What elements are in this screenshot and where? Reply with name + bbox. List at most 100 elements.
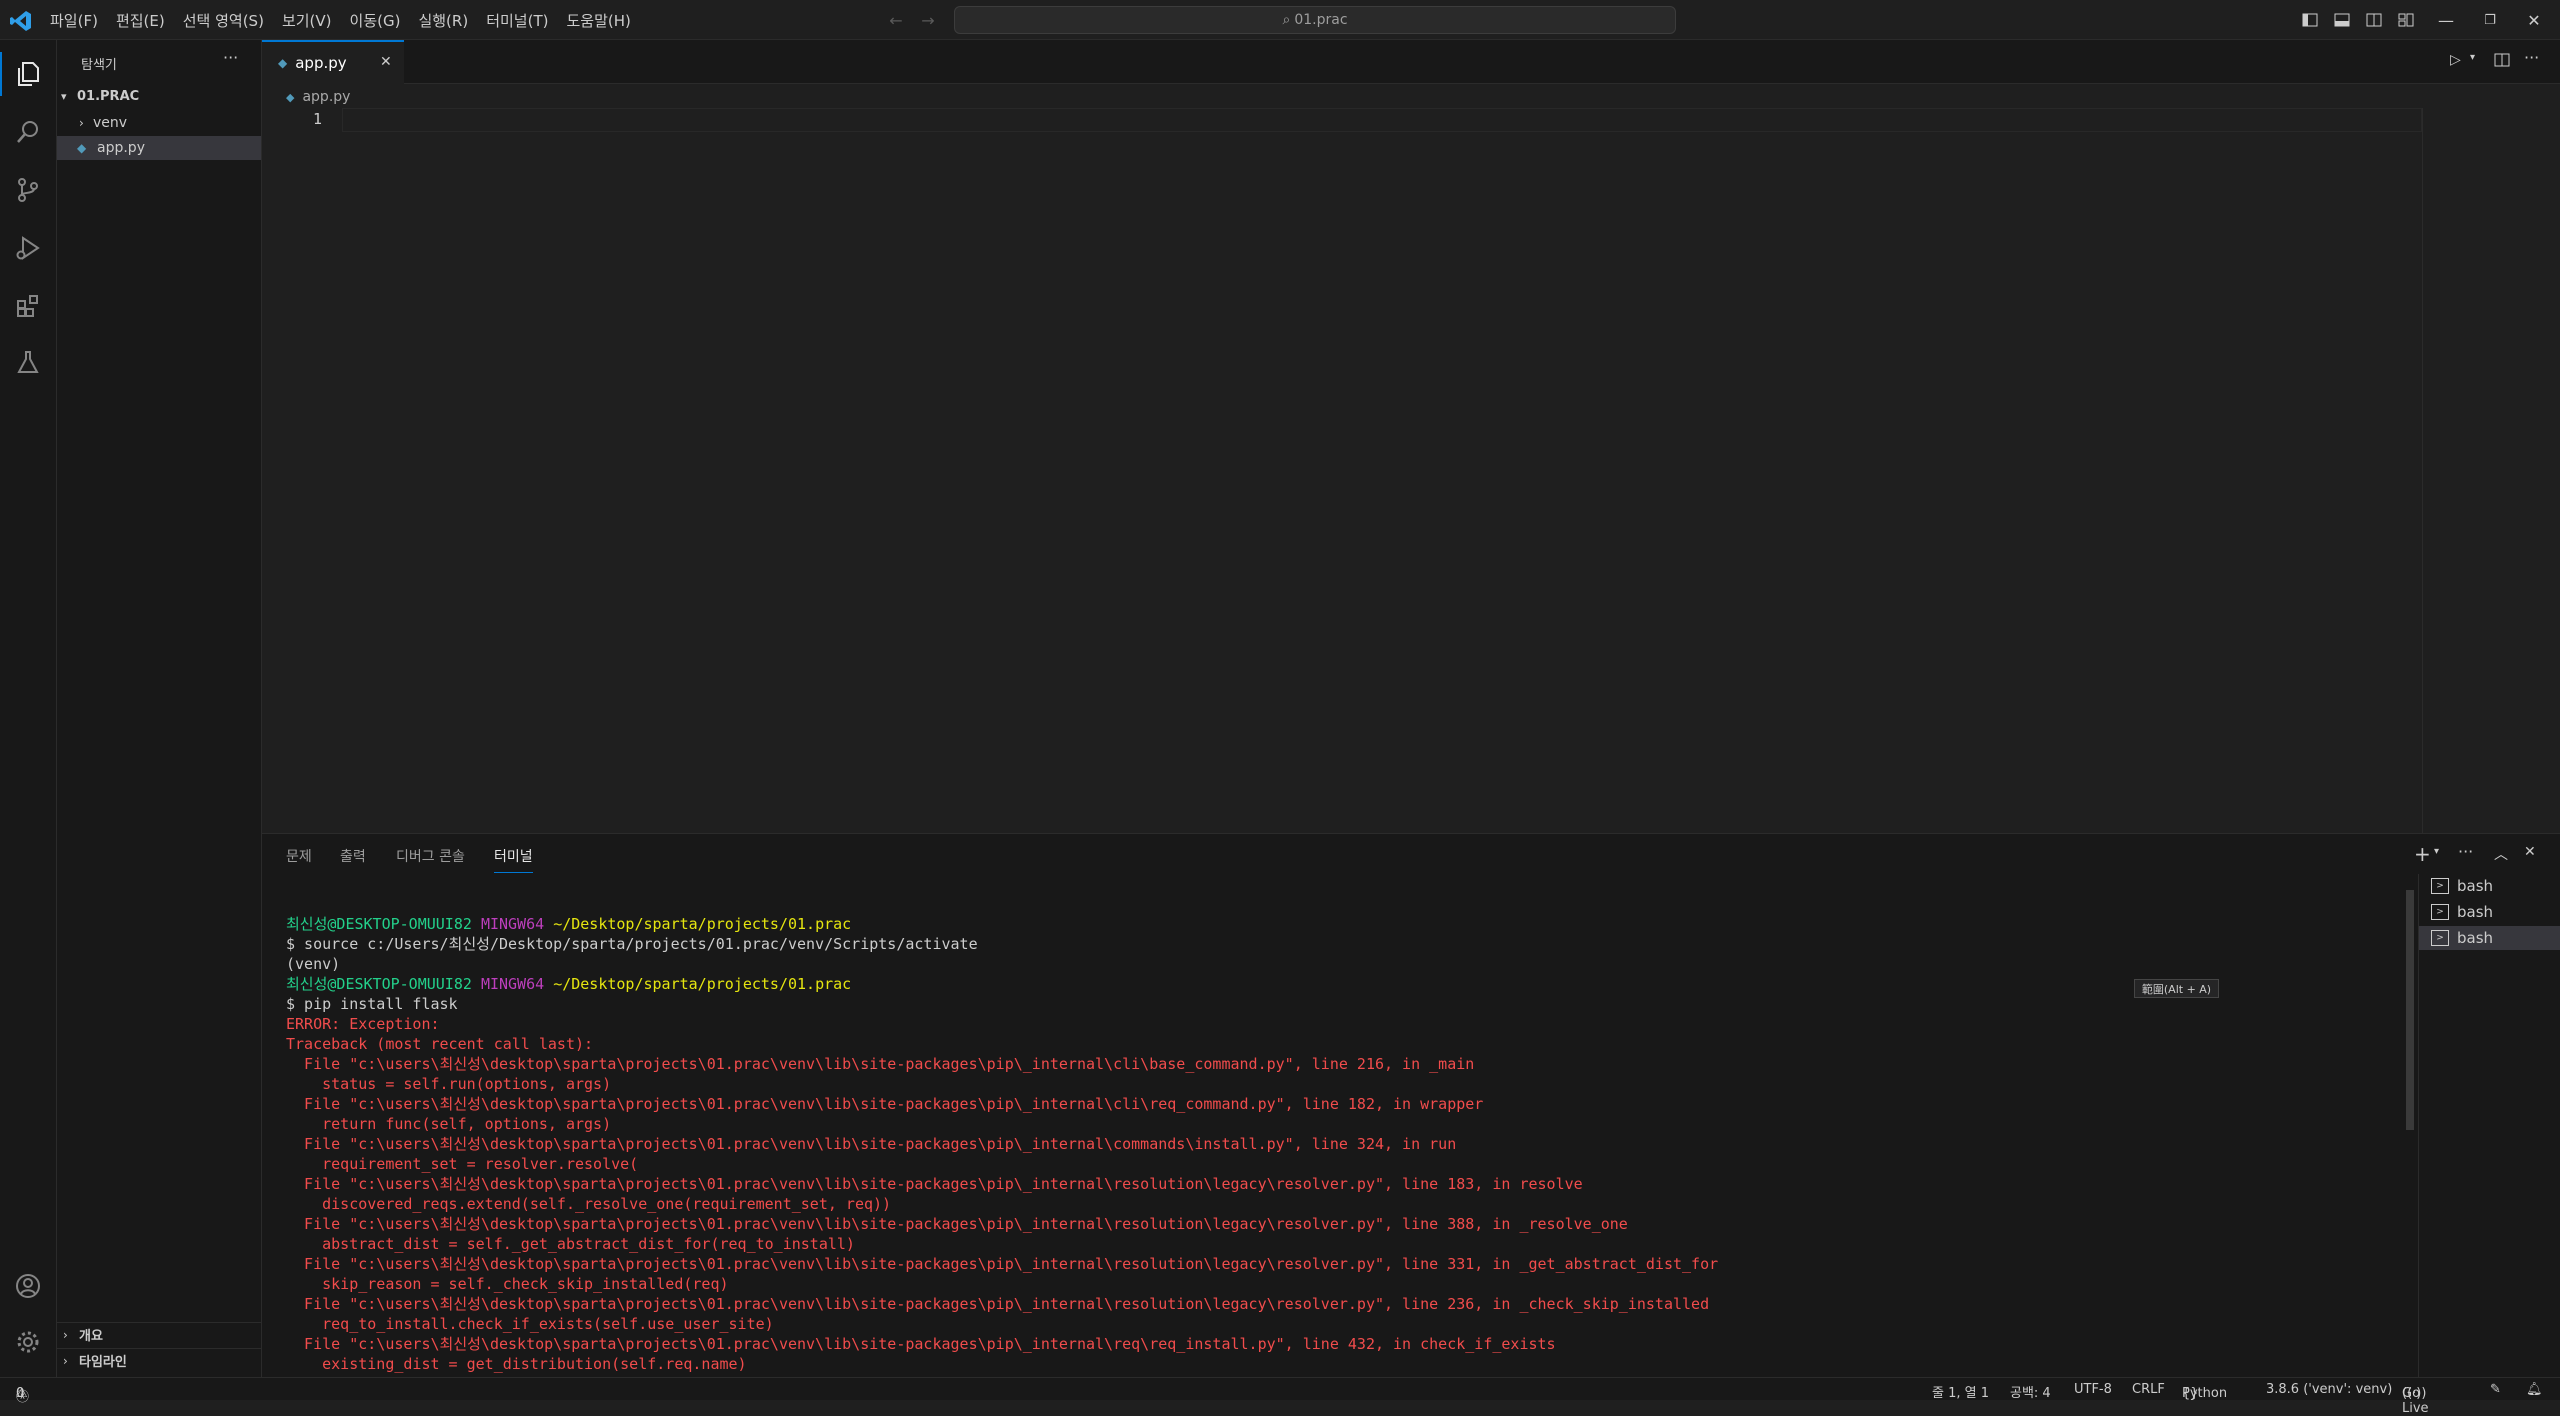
menu-edit[interactable]: 편집(E) (116, 10, 165, 31)
search-icon: ⌕ (1282, 12, 1291, 28)
terminal-line: File "c:\users\최신성\desktop\sparta\projec… (286, 1294, 1718, 1314)
terminal-text: File "c:\users\최신성\desktop\sparta\projec… (286, 1135, 1457, 1153)
terminal-line: File "c:\users\최신성\desktop\sparta\projec… (286, 1334, 1718, 1354)
tab-label: app.py (295, 54, 347, 72)
customize-layout-icon[interactable] (2396, 10, 2416, 30)
tab-terminal[interactable]: 터미널 (494, 846, 533, 873)
active-indicator (0, 52, 2, 96)
toggle-panel-icon[interactable] (2332, 10, 2352, 30)
menu-selection[interactable]: 선택 영역(S) (183, 10, 264, 31)
terminal-text: File "c:\users\최신성\desktop\sparta\projec… (286, 1255, 1719, 1273)
terminal-line: 최신성@DESKTOP-OMUUI82 MINGW64 ~/Desktop/sp… (286, 974, 1718, 994)
terminal-line: $ source c:/Users/최신성/Desktop/sparta/pro… (286, 934, 1718, 954)
terminal-item-active[interactable]: > bash (2419, 926, 2560, 950)
menu-terminal[interactable]: 터미널(T) (486, 10, 548, 31)
python-interpreter[interactable]: 3.8.6 ('venv': venv) (2266, 1382, 2392, 1397)
chevron-down-icon: ▾ (61, 89, 67, 103)
forward-arrow-icon[interactable]: → (918, 10, 938, 30)
terminal-text: existing_dist = get_distribution(self.re… (286, 1355, 747, 1373)
cursor-position[interactable]: 줄 1, 열 1 (1932, 1382, 1989, 1401)
terminal-text: $ pip install flask (286, 995, 458, 1013)
menu-run[interactable]: 실행(R) (418, 10, 468, 31)
chevron-right-icon: › (63, 1353, 68, 1368)
code-editor[interactable]: 1 (262, 108, 2560, 833)
terminal-line: req_to_install.check_if_exists(self.use_… (286, 1314, 1718, 1334)
menu-go[interactable]: 이동(G) (350, 10, 401, 31)
terminal-list: > bash > bash > bash (2418, 874, 2560, 1378)
tab-output[interactable]: 출력 (340, 846, 366, 866)
source-control-icon[interactable] (12, 174, 44, 206)
terminal-line: File "c:\users\최신성\desktop\sparta\projec… (286, 1174, 1718, 1194)
tree-item-app-py[interactable]: ◆ app.py (57, 136, 261, 160)
more-actions-icon[interactable]: ··· (223, 48, 238, 67)
manage-gear-icon[interactable] (12, 1326, 44, 1358)
terminal-profile-chevron-icon[interactable]: ▾ (2434, 846, 2439, 857)
minimize-icon[interactable]: — (2436, 10, 2456, 30)
terminal-item[interactable]: > bash (2419, 900, 2560, 924)
restore-icon[interactable]: ❐ (2480, 10, 2500, 30)
line-number: 1 (312, 110, 322, 128)
menu-file[interactable]: 파일(F) (50, 10, 98, 31)
extensions-icon[interactable] (12, 290, 44, 322)
python-file-icon: ◆ (286, 90, 295, 104)
indentation[interactable]: 공백: 4 (2010, 1382, 2051, 1401)
split-editor-icon[interactable] (2494, 52, 2510, 68)
maximize-panel-icon[interactable]: ︿ (2494, 844, 2508, 864)
run-debug-icon[interactable] (12, 232, 44, 264)
terminal-line: requirement_set = resolver.resolve( (286, 1154, 1718, 1174)
terminal-text: File "c:\users\최신성\desktop\sparta\projec… (286, 1335, 1556, 1353)
end-of-line[interactable]: CRLF (2132, 1382, 2165, 1397)
outline-section[interactable]: › 개요 (57, 1322, 261, 1346)
minimap-divider (2422, 108, 2423, 833)
menu-view[interactable]: 보기(V) (282, 10, 332, 31)
breadcrumb-file[interactable]: app.py (302, 89, 350, 105)
testing-flask-icon[interactable] (12, 346, 44, 378)
terminal-line: return func(self, options, args) (286, 1114, 1718, 1134)
terminal-line: File "c:\users\최신성\desktop\sparta\projec… (286, 1214, 1718, 1234)
terminal-line: ERROR: Exception: (286, 1014, 1718, 1034)
outline-label: 개요 (79, 1329, 103, 1344)
terminal-line: $ pip install flask (286, 994, 1718, 1014)
tab-app-py[interactable]: ◆ app.py ✕ (262, 40, 404, 84)
tree-item-venv[interactable]: › venv (57, 111, 261, 135)
timeline-section[interactable]: › 타임라인 (57, 1348, 261, 1372)
chevron-right-icon: › (63, 1327, 68, 1342)
terminal-text: skip_reason = self._check_skip_installed… (286, 1275, 729, 1293)
chevron-right-icon: › (79, 116, 84, 130)
back-arrow-icon[interactable]: ← (886, 10, 906, 30)
run-dropdown-chevron-icon[interactable]: ▾ (2470, 52, 2475, 63)
terminal-line: File "c:\users\최신성\desktop\sparta\projec… (286, 1134, 1718, 1154)
terminal-item[interactable]: > bash (2419, 874, 2560, 898)
terminal-line: Traceback (most recent call last): (286, 1034, 1718, 1054)
toggle-primary-sidebar-icon[interactable] (2300, 10, 2320, 30)
panel-more-actions-icon[interactable]: ··· (2458, 842, 2473, 861)
encoding[interactable]: UTF-8 (2074, 1382, 2112, 1397)
feedback-icon[interactable]: ✎ (2490, 1382, 2501, 1397)
run-file-icon[interactable]: ▷ (2450, 52, 2461, 68)
menu-help[interactable]: 도움말(H) (566, 10, 630, 31)
close-tab-icon[interactable]: ✕ (380, 54, 392, 70)
editor-tabs: ◆ app.py ✕ ▷ ▾ ··· (262, 40, 2560, 84)
explorer-icon[interactable] (12, 58, 44, 90)
terminal-text: File "c:\users\최신성\desktop\sparta\projec… (286, 1095, 1484, 1113)
new-terminal-plus-icon[interactable]: + (2414, 842, 2431, 866)
terminal-output[interactable]: 최신성@DESKTOP-OMUUI82 MINGW64 ~/Desktop/sp… (286, 914, 1718, 1374)
terminal-text: req_to_install.check_if_exists(self.use_… (286, 1315, 774, 1333)
accounts-icon[interactable] (12, 1270, 44, 1302)
tree-item-label: app.py (97, 140, 145, 156)
terminal-scrollbar[interactable] (2406, 890, 2414, 1130)
command-center-search[interactable]: ⌕ 01.prac (954, 6, 1676, 34)
editor-more-actions-icon[interactable]: ··· (2524, 48, 2539, 67)
close-panel-icon[interactable]: ✕ (2524, 844, 2536, 860)
close-window-icon[interactable]: ✕ (2524, 10, 2544, 30)
tab-debug-console[interactable]: 디버그 콘솔 (396, 846, 465, 866)
toggle-secondary-sidebar-icon[interactable] (2364, 10, 2384, 30)
folder-root-row[interactable]: ▾ 01.PRAC (57, 84, 261, 108)
terminal-text: status = self.run(options, args) (286, 1075, 612, 1093)
tab-problems[interactable]: 문제 (286, 846, 312, 866)
notifications-bell-icon[interactable]: 🔔︎ (2526, 1382, 2543, 1397)
terminal-line: existing_dist = get_distribution(self.re… (286, 1354, 1718, 1374)
search-view-icon[interactable] (12, 116, 44, 148)
